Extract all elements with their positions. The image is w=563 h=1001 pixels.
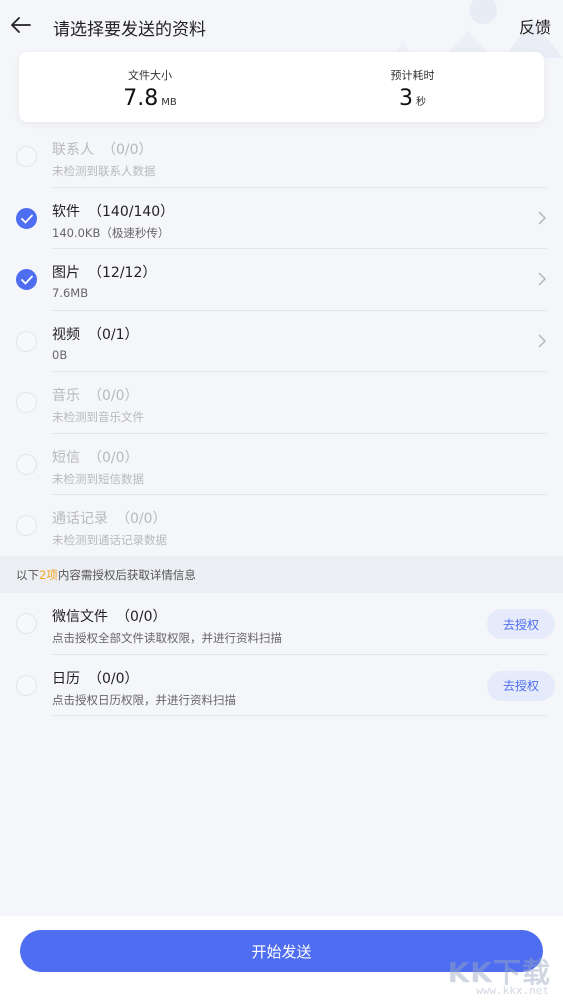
checkbox[interactable] (16, 453, 37, 475)
watermark-url: www.kkx.net (476, 984, 549, 997)
item-subtitle: 点击授权日历权限，并进行资料扫描 (52, 692, 236, 707)
item-title: 软件 (52, 203, 80, 220)
item-subtitle: 7.6MB (52, 286, 89, 300)
list-item-sms[interactable]: 短信 （0/0） 未检测到短信数据 (0, 434, 563, 495)
back-button[interactable] (8, 12, 34, 38)
authorize-calendar-button[interactable]: 去授权 (487, 670, 555, 701)
bottom-bar: 开始发送 KK下载 www.kkx.net (0, 916, 563, 1001)
item-title: 联系人 (52, 142, 94, 158)
checkbox[interactable] (16, 207, 37, 229)
list-item-apps[interactable]: 软件 （140/140） 140.0KB（极速秒传） (0, 188, 563, 249)
item-title: 短信 (52, 449, 80, 466)
data-type-list: 联系人 （0/0） 未检测到联系人数据 软件 （140/140） 140.0KB（极… (0, 126, 563, 557)
list-item-contacts[interactable]: 联系人 （0/0） 未检测到联系人数据 (0, 126, 563, 188)
item-title: 日历 (52, 670, 80, 687)
item-count: （12/12） (88, 265, 157, 281)
list-item-videos[interactable]: 视频 （0/1） 0B (0, 311, 563, 372)
item-subtitle: 140.0KB（极速秒传） (52, 225, 170, 240)
item-title: 通话记录 (52, 511, 108, 527)
time-unit: 秒 (416, 97, 426, 108)
back-arrow-icon (11, 17, 31, 33)
item-subtitle: 未检测到通话记录数据 (52, 533, 167, 547)
authorization-list: 微信文件 （0/0） 点击授权全部文件读取权限，并进行资料扫描 去授权 日历 （0/… (0, 593, 563, 716)
item-count: （0/0） (116, 609, 167, 625)
feedback-button[interactable]: 反馈 (519, 14, 551, 38)
page-title: 请选择要发送的资料 (53, 20, 206, 40)
time-label: 预计耗时 (390, 69, 435, 82)
checkbox[interactable] (16, 613, 37, 634)
time-value: 3 (399, 86, 413, 111)
file-size-summary: 文件大小 7.8 MB (19, 52, 281, 122)
authorization-note: 以下 2项 内容需授权后获取详情信息 (0, 556, 563, 593)
checkbox[interactable] (16, 330, 37, 352)
item-count: （0/0） (102, 142, 153, 158)
item-subtitle: 未检测到音乐文件 (52, 410, 144, 424)
list-item-wechat-files[interactable]: 微信文件 （0/0） 点击授权全部文件读取权限，并进行资料扫描 去授权 (0, 593, 563, 655)
chevron-right-icon[interactable] (537, 210, 547, 226)
item-title: 微信文件 (52, 609, 108, 625)
item-count: （140/140） (88, 203, 175, 220)
divider (52, 715, 547, 716)
watermark-logo: KK下载 www.kkx.net (435, 947, 555, 999)
checkbox[interactable] (16, 146, 37, 167)
checkbox[interactable] (16, 515, 37, 536)
item-count: （0/1） (88, 326, 139, 343)
file-size-label: 文件大小 (128, 69, 172, 82)
checkbox[interactable] (16, 392, 37, 413)
file-size-value: 7.8 (123, 86, 159, 111)
auth-note-prefix: 以下 (16, 567, 39, 582)
list-item-photos[interactable]: 图片 （12/12） 7.6MB (0, 249, 563, 311)
item-title: 视频 (52, 326, 80, 343)
header: 请选择要发送的资料 反馈 (0, 0, 563, 58)
item-count: （0/0） (88, 388, 139, 404)
checkbox[interactable] (16, 269, 37, 290)
checkbox[interactable] (16, 674, 37, 696)
list-item-music[interactable]: 音乐 （0/0） 未检测到音乐文件 (0, 372, 563, 434)
list-item-call-log[interactable]: 通话记录 （0/0） 未检测到通话记录数据 (0, 495, 563, 557)
item-count: （0/0） (88, 670, 139, 687)
checkmark-icon (21, 214, 33, 224)
item-count: （0/0） (88, 449, 139, 466)
chevron-right-icon[interactable] (537, 333, 547, 349)
checkmark-icon (21, 275, 33, 285)
item-title: 图片 (52, 265, 80, 281)
chevron-right-icon[interactable] (537, 271, 547, 287)
item-subtitle: 0B (52, 347, 68, 362)
item-subtitle: 未检测到联系人数据 (52, 164, 156, 178)
item-count: （0/0） (116, 511, 167, 527)
item-subtitle: 未检测到短信数据 (52, 471, 144, 486)
auth-note-highlight: 2项 (39, 567, 58, 582)
authorize-wechat-button[interactable]: 去授权 (487, 609, 555, 639)
list-item-calendar[interactable]: 日历 （0/0） 点击授权日历权限，并进行资料扫描 去授权 (0, 655, 563, 716)
auth-note-suffix: 内容需授权后获取详情信息 (57, 567, 196, 582)
summary-card: 文件大小 7.8 MB 预计耗时 3秒 (19, 52, 544, 122)
item-title: 音乐 (52, 388, 80, 404)
time-summary: 预计耗时 3秒 (281, 52, 544, 122)
file-size-unit: MB (161, 97, 177, 108)
item-subtitle: 点击授权全部文件读取权限，并进行资料扫描 (52, 631, 282, 645)
